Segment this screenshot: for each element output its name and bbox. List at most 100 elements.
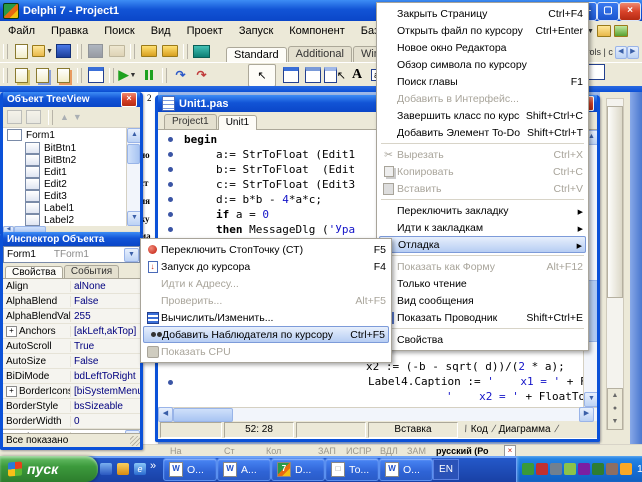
tree-item-label1[interactable]: Label1 [3, 202, 140, 214]
tab-project1[interactable]: Project1 [164, 114, 217, 129]
task-button-word-doc-1[interactable]: W О... [163, 458, 217, 481]
property-row-borderstyle[interactable]: BorderStyle bsSizeable [3, 399, 140, 414]
task-button-4[interactable]: □ То... [325, 458, 379, 481]
editor-hscrollbar[interactable]: ◀ ▶ [158, 407, 597, 422]
submenu-item-run-to-cursor[interactable]: ↓ Запуск до курсора F4 [143, 258, 389, 275]
tray-icon-8[interactable] [620, 463, 632, 475]
gutter-dot[interactable] [168, 212, 173, 217]
inspector-scroll-down-icon[interactable]: ▼ [125, 429, 140, 433]
run-icon[interactable]: ▶ ▼ [117, 66, 138, 85]
close-button[interactable]: × [619, 2, 641, 21]
menu-project[interactable]: Проект [179, 23, 231, 39]
property-row-autoscroll[interactable]: AutoScroll True [3, 339, 140, 354]
menu-run[interactable]: Запуск [231, 23, 281, 39]
pause-icon[interactable] [138, 66, 159, 85]
toolbar-grip[interactable] [77, 43, 82, 59]
expand-icon[interactable] [6, 325, 17, 337]
step-over-icon[interactable]: ↷ [191, 66, 212, 85]
property-row-align[interactable]: Align alNone [3, 279, 140, 294]
menu-component[interactable]: Компонент [281, 23, 352, 39]
property-row-alphablendval[interactable]: AlphaBlendVal 255 [3, 309, 140, 324]
tree-item-bitbtn1[interactable]: BitBtn1 [3, 142, 140, 154]
add-file-icon[interactable] [11, 66, 32, 85]
combo-dropdown-icon[interactable]: ▼ [124, 247, 139, 262]
property-row-autosize[interactable]: AutoSize False [3, 354, 140, 369]
remove-file-icon[interactable] [32, 66, 53, 85]
scroll-down-icon[interactable]: ▼ [584, 392, 597, 407]
view-tab-diagram[interactable]: Диаграмма [495, 424, 555, 435]
context-item-message-view[interactable]: Вид сообщения [379, 292, 586, 309]
quick-launch-icon-1[interactable] [100, 463, 112, 475]
tray-icon-6[interactable] [592, 463, 604, 475]
toolbar-grip[interactable] [183, 43, 188, 59]
inspector-title-bar[interactable]: Инспектор Объекта [3, 232, 140, 246]
compile-icon[interactable] [596, 25, 611, 37]
tree-item-edit1[interactable]: Edit1 [3, 166, 140, 178]
palette-tab-standard[interactable]: Standard [226, 47, 287, 63]
palette-tab-additional[interactable]: Additional [287, 46, 352, 62]
treeview-scrollbar[interactable]: ▲ ▼ [126, 128, 140, 226]
context-item-goto-bookmarks[interactable]: Идти к закладкам [379, 219, 586, 236]
property-row-borderwidth[interactable]: BorderWidth 0 [3, 414, 140, 429]
quick-launch-chevron-icon[interactable]: » [150, 460, 156, 472]
tab-events[interactable]: События [63, 265, 120, 278]
component-label-icon[interactable]: A [346, 65, 368, 86]
trace-into-icon[interactable]: ↷ [170, 66, 191, 85]
tray-icon-1[interactable] [522, 463, 534, 475]
property-row-bidimode[interactable]: BiDiMode bdLeftToRight [3, 369, 140, 384]
property-row-bordericons[interactable]: BorderIcons[biSystemMenu, [3, 384, 140, 399]
gutter-dot[interactable] [168, 152, 173, 157]
tree-item-edit2[interactable]: Edit2 [3, 178, 140, 190]
menu-file[interactable]: Файл [0, 23, 43, 39]
tree-item-bitbtn2[interactable]: BitBtn2 [3, 154, 140, 166]
tree-item-edit3[interactable]: Edit3 [3, 190, 140, 202]
component-popupmenu-icon[interactable]: ↖ [324, 65, 346, 86]
component-frames-icon[interactable] [280, 65, 302, 86]
treeview-title-bar[interactable]: Объект TreeView [3, 92, 140, 107]
toolbar-grip[interactable] [3, 43, 8, 59]
context-item-close-page[interactable]: Закрыть Страницу Ctrl+F4 [379, 5, 586, 22]
toolbar-grip[interactable] [130, 43, 135, 59]
toolbar-grip[interactable] [162, 67, 167, 83]
word-scrollbar-strip[interactable]: ▲ ● ▼ [600, 92, 630, 456]
tray-icon-7[interactable] [606, 463, 618, 475]
context-item-add-todo-item[interactable]: Добавить Элемент To-Do... Shift+Ctrl+T [379, 124, 586, 141]
tray-clock[interactable]: 18:52 [637, 463, 642, 475]
tray-icon-5[interactable] [578, 463, 590, 475]
help-icon[interactable] [191, 42, 212, 61]
context-item-new-edit-window[interactable]: Новое окно Редактора [379, 39, 586, 56]
property-row-anchors[interactable]: Anchors[akLeft,akTop] [3, 324, 140, 339]
maximize-button[interactable]: ▢ [597, 2, 619, 21]
word-scrollbar-thumb[interactable] [607, 106, 623, 298]
menu-search[interactable]: Поиск [96, 23, 142, 39]
context-item-browse-symbol[interactable]: Обзор символа по курсору [379, 56, 586, 73]
view-form-icon[interactable] [85, 66, 106, 85]
submenu-item-add-watch-at-cursor[interactable]: Добавить Наблюдателя по курсору Ctrl+F5 [143, 326, 389, 343]
toolbar-grip[interactable] [77, 67, 82, 83]
gutter-dot[interactable] [168, 182, 173, 187]
submenu-item-evaluate-modify[interactable]: Вычислить/Изменить... [143, 309, 389, 326]
context-item-complete-class[interactable]: Завершить класс по курсоруShift+Ctrl+C [379, 107, 586, 124]
task-button-word-doc-3[interactable]: W О... [379, 458, 433, 481]
context-item-open-file-at-cursor[interactable]: Открыть файл по курсору Ctrl+Enter [379, 22, 586, 39]
palette-scroll-right-icon[interactable]: ▶ [626, 45, 639, 59]
property-row-caption[interactable]: Caption о уравнения ▼ [3, 429, 140, 433]
toolbar-grip[interactable] [3, 67, 8, 83]
expand-icon[interactable] [6, 385, 17, 397]
move-up-icon[interactable]: ▲ [60, 112, 69, 122]
context-item-view-explorer[interactable]: Показать Проводник Shift+Ctrl+E [379, 309, 586, 326]
tree-item-label2[interactable]: Label2 [3, 214, 140, 226]
scroll-right-icon[interactable]: ▶ [579, 407, 594, 422]
tree-item-form1[interactable]: Form1 [3, 128, 140, 142]
open-project-icon[interactable] [138, 42, 159, 61]
treeview-close-icon[interactable] [121, 92, 137, 107]
open-file-icon[interactable]: ▼ [32, 42, 53, 61]
context-item-topic-search[interactable]: Поиск главы F1 [379, 73, 586, 90]
property-row-alphablend[interactable]: AlphaBlend False [3, 294, 140, 309]
move-down-icon[interactable]: ▼ [73, 112, 82, 122]
task-button-word-doc-2[interactable]: W А... [217, 458, 271, 481]
scroll-down-icon[interactable]: ▼ [127, 211, 140, 226]
menu-edit[interactable]: Правка [43, 23, 96, 39]
gutter-dot[interactable] [168, 197, 173, 202]
save-icon[interactable] [53, 42, 74, 61]
